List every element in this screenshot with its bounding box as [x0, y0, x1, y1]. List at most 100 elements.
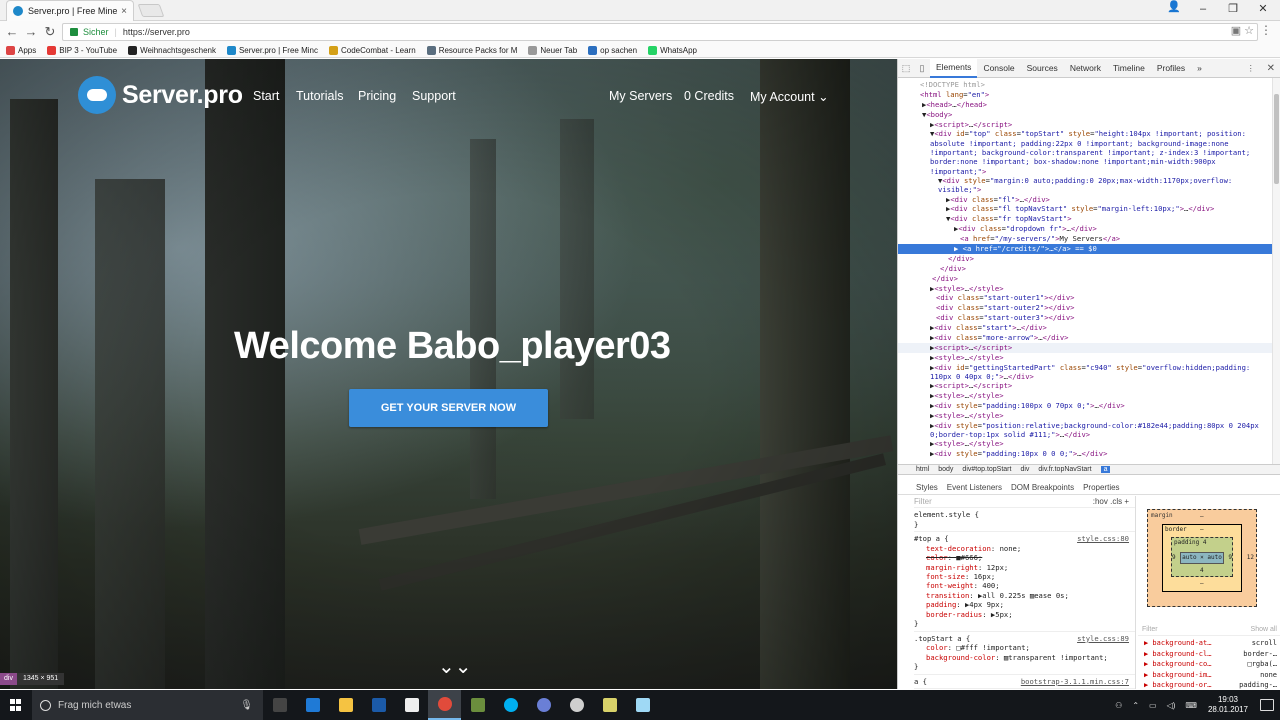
dom-line[interactable]: ▶<div style="position:relative;backgroun…: [898, 421, 1272, 440]
rule-source-link[interactable]: style.css:89: [1077, 634, 1129, 644]
notification-center-icon[interactable]: [1260, 699, 1274, 711]
tab-network[interactable]: Network: [1064, 59, 1107, 77]
css-property[interactable]: text-decoration: none;: [914, 544, 1135, 553]
dom-line[interactable]: ▼<div class="fr topNavStart">: [898, 214, 1272, 224]
dom-line[interactable]: ▶<div id="gettingStartedPart" class="c94…: [898, 363, 1272, 382]
tab-properties[interactable]: Properties: [1083, 483, 1119, 492]
get-server-button[interactable]: GET YOUR SERVER NOW: [349, 389, 548, 427]
border-bottom-value[interactable]: –: [1200, 580, 1204, 587]
dom-line[interactable]: ▶<head>…</head>: [898, 100, 1272, 110]
tab-sources[interactable]: Sources: [1021, 59, 1064, 77]
forward-icon[interactable]: →: [23, 24, 39, 40]
dom-line[interactable]: ▶<div class="fl topNavStart" style="marg…: [898, 204, 1272, 214]
skype-taskbar-icon[interactable]: [494, 690, 527, 720]
windows-start-icon[interactable]: [0, 690, 32, 720]
css-rule-a[interactable]: a {bootstrap-3.1.1.min.css:7: [914, 677, 1135, 689]
css-rule-topstart-a[interactable]: .topStart a {style.css:89 color: □#fff !…: [914, 634, 1135, 675]
nav-support-link[interactable]: Support: [412, 89, 456, 103]
serverpro-logo[interactable]: Server.pro: [78, 76, 243, 114]
bookmark-star-icon[interactable]: ▣ ☆: [1231, 24, 1254, 37]
css-property[interactable]: margin-right: 12px;: [914, 563, 1135, 572]
css-property[interactable]: color: □#fff !important;: [914, 643, 1135, 652]
close-window-button[interactable]: ✕: [1248, 0, 1278, 18]
dom-line[interactable]: ▶<script>…</script>: [898, 381, 1272, 391]
computed-property[interactable]: ▶ background-im… none: [1138, 670, 1280, 681]
tab-timeline[interactable]: Timeline: [1107, 59, 1151, 77]
chrome-taskbar-icon[interactable]: [428, 690, 461, 720]
css-property[interactable]: font-size: 16px;: [914, 572, 1135, 581]
chrome-menu-icon[interactable]: ⋮: [1260, 23, 1272, 37]
dom-line[interactable]: ▶<script>…</script>: [898, 342, 1272, 353]
maximize-button[interactable]: ❐: [1218, 0, 1248, 18]
tab-console[interactable]: Console: [977, 59, 1020, 77]
nav-my-servers-link[interactable]: My Servers: [609, 89, 672, 103]
margin-right-value[interactable]: 12: [1247, 554, 1254, 561]
breadcrumb-item[interactable]: html: [916, 466, 929, 473]
css-property[interactable]: transition: ▶all 0.225s ▨ease 0s;: [914, 591, 1135, 600]
bookmark-item[interactable]: BIP 3 - YouTube: [47, 45, 117, 55]
dom-line[interactable]: ▶<div class="dropdown fr">…</div>: [898, 224, 1272, 234]
padding-right-value[interactable]: 9: [1228, 554, 1232, 561]
dom-scrollbar[interactable]: [1272, 78, 1280, 464]
clock[interactable]: 19:03 28.01.2017: [1208, 695, 1248, 715]
new-tab-button[interactable]: [137, 4, 165, 17]
dom-line[interactable]: </div>: [898, 254, 1272, 264]
rule-source-link[interactable]: bootstrap-3.1.1.min.css:7: [1021, 677, 1129, 687]
css-property[interactable]: border-radius: ▶5px;: [914, 610, 1135, 619]
bookmark-item[interactable]: Neuer Tab: [528, 45, 577, 55]
show-all-checkbox[interactable]: Show all: [1251, 624, 1277, 635]
explorer-taskbar-icon[interactable]: [329, 690, 362, 720]
dom-line[interactable]: <a href="/my-servers/">My Servers</a>: [898, 234, 1272, 244]
app-circle-taskbar-icon[interactable]: [527, 690, 560, 720]
computed-property[interactable]: ▶ background-at… scroll: [1138, 638, 1280, 649]
devtools-menu-icon[interactable]: ⋮: [1247, 63, 1256, 74]
bookmark-item[interactable]: CodeCombat - Learn: [328, 45, 416, 55]
bookmark-item[interactable]: Weihnachtsgeschenk: [128, 45, 216, 55]
css-property[interactable]: padding: ▶4px 9px;: [914, 600, 1135, 609]
nav-start-link[interactable]: Start: [253, 89, 279, 103]
store-taskbar-icon[interactable]: [395, 690, 428, 720]
device-mode-icon[interactable]: ▯: [914, 63, 930, 74]
element-style-rule[interactable]: element.style { }: [914, 510, 1135, 533]
breadcrumb-item[interactable]: div.fr.topNavStart: [1038, 466, 1091, 473]
back-icon[interactable]: ←: [4, 24, 20, 40]
dom-line[interactable]: ▶<style>…</style>: [898, 353, 1272, 363]
bookmark-item[interactable]: op sachen: [588, 45, 637, 55]
computed-property[interactable]: ▶ background-or… padding-…: [1138, 680, 1280, 689]
rule-source-link[interactable]: style.css:80: [1077, 534, 1129, 544]
keyboard-icon[interactable]: ⌨: [1185, 701, 1197, 710]
dom-line-selected[interactable]: ▶ <a href="/credits/">…</a> == $0: [898, 243, 1272, 254]
volume-icon[interactable]: ◁): [1167, 701, 1176, 710]
dom-line[interactable]: <html lang="en">: [898, 90, 1272, 100]
dom-line[interactable]: <div class="start-outer2"></div>: [898, 303, 1272, 313]
tab-styles[interactable]: Styles: [916, 483, 938, 492]
css-property[interactable]: background-color: ▨transparent !importan…: [914, 653, 1135, 662]
devtools-close-icon[interactable]: ✕: [1267, 63, 1275, 74]
computed-filter[interactable]: Filter Show all: [1138, 624, 1280, 636]
dom-line[interactable]: ▶<style>…</style>: [898, 411, 1272, 421]
app-blue-taskbar-icon[interactable]: [362, 690, 395, 720]
dom-line[interactable]: </div>: [898, 264, 1272, 274]
tab-event-listeners[interactable]: Event Listeners: [947, 483, 1002, 492]
minimize-button[interactable]: –: [1188, 0, 1218, 18]
address-bar[interactable]: Sicher | https://server.pro: [62, 23, 1258, 41]
bookmark-item[interactable]: Resource Packs for M: [426, 45, 517, 55]
dom-line[interactable]: ▶<div style="padding:100px 0 70px 0;">…<…: [898, 401, 1272, 411]
dom-line[interactable]: ▶<style>…</style>: [898, 284, 1272, 294]
scroll-down-icon[interactable]: ⌄⌄: [438, 657, 472, 677]
app-film-taskbar-icon[interactable]: [593, 690, 626, 720]
nav-tutorials-link[interactable]: Tutorials: [296, 89, 343, 103]
minecraft-taskbar-icon[interactable]: [461, 690, 494, 720]
dom-line[interactable]: ▶<div class="fl">…</div>: [898, 195, 1272, 205]
tab-close-icon[interactable]: ×: [121, 6, 127, 17]
dom-line[interactable]: ▼<div id="top" class="topStart" style="h…: [898, 129, 1272, 175]
padding-left-value[interactable]: 9: [1172, 554, 1176, 561]
dom-line[interactable]: ▼<div style="margin:0 auto;padding:0 20p…: [898, 176, 1272, 195]
styles-filter[interactable]: Filter :hov .cls +: [914, 496, 1135, 508]
tab-dom-breakpoints[interactable]: DOM Breakpoints: [1011, 483, 1074, 492]
bookmark-item[interactable]: Server.pro | Free Minc: [226, 45, 318, 55]
nav-pricing-link[interactable]: Pricing: [358, 89, 396, 103]
styles-filter-controls[interactable]: :hov .cls +: [1093, 496, 1129, 507]
breadcrumb-item[interactable]: div: [1020, 466, 1029, 473]
app-wheel-taskbar-icon[interactable]: [560, 690, 593, 720]
